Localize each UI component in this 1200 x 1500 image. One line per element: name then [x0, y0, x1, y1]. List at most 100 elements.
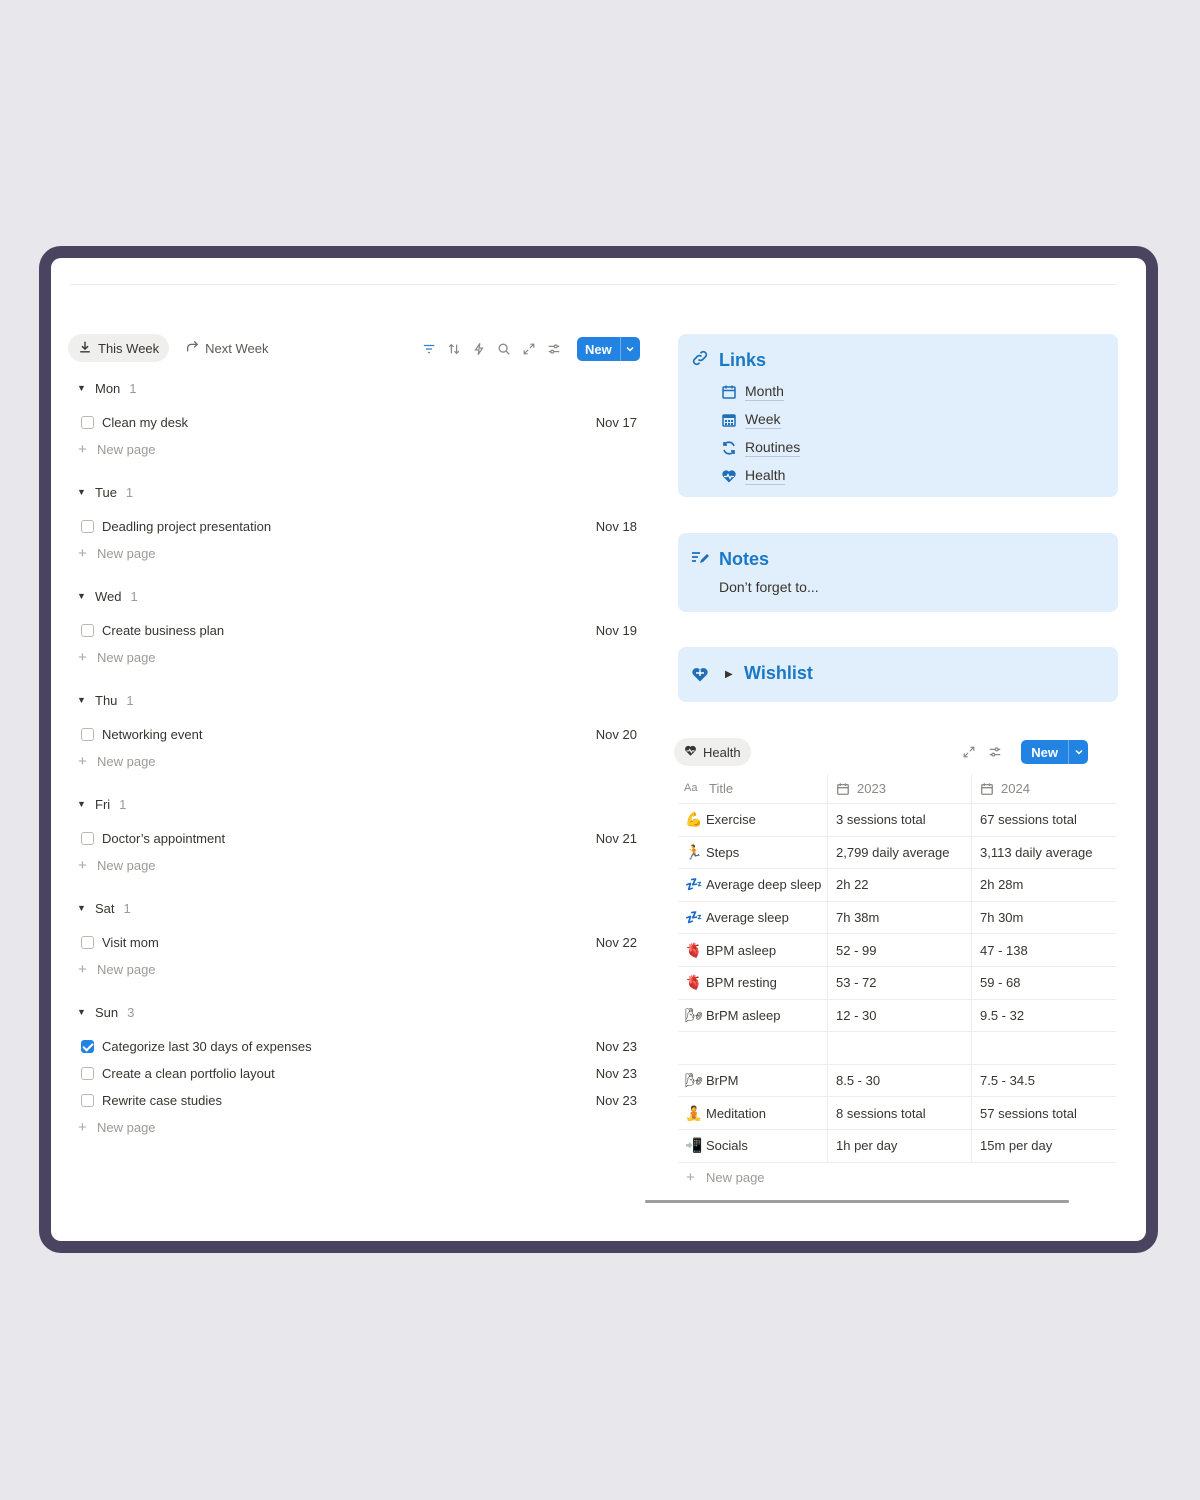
link-week[interactable]: Week — [721, 406, 800, 434]
cell-title[interactable]: 💤 Average deep sleep — [678, 869, 828, 901]
wishlist-title[interactable]: Wishlist — [744, 663, 813, 684]
new-page-button[interactable]: + New page — [77, 748, 637, 775]
task-title[interactable]: Create business plan — [102, 623, 577, 638]
cell-2024[interactable]: 47 - 138 — [972, 934, 1116, 966]
cell-2023[interactable]: 52 - 99 — [828, 934, 972, 966]
task-checkbox[interactable] — [81, 1040, 94, 1053]
table-row[interactable]: 🧘 Meditation 8 sessions total 57 sessions t… — [678, 1097, 1116, 1130]
cell-2024[interactable]: 7.5 - 34.5 — [972, 1065, 1116, 1097]
cell-2023[interactable] — [828, 1032, 972, 1064]
cell-2023[interactable]: 1h per day — [828, 1129, 972, 1162]
cell-2024[interactable]: 67 sessions total — [972, 804, 1116, 836]
task-row[interactable]: Deadling project presentation Nov 18 — [77, 513, 637, 540]
notes-text[interactable]: Don’t forget to... — [719, 579, 819, 595]
tab-this-week[interactable]: This Week — [68, 334, 170, 362]
cell-2023[interactable]: 2,799 daily average — [828, 836, 972, 869]
task-title[interactable]: Doctor’s appointment — [102, 831, 577, 846]
collapse-triangle-icon[interactable]: ▼ — [77, 799, 87, 809]
task-row[interactable]: Categorize last 30 days of expenses Nov 2… — [77, 1033, 637, 1060]
link-health[interactable]: Health — [721, 462, 800, 490]
collapse-triangle-icon[interactable]: ▼ — [77, 591, 87, 601]
settings-sliders-icon[interactable] — [987, 744, 1003, 760]
link-month[interactable]: Month — [721, 378, 800, 406]
collapse-triangle-icon[interactable]: ▼ — [77, 383, 87, 393]
cell-2024[interactable]: 2h 28m — [972, 869, 1116, 901]
task-title[interactable]: Deadling project presentation — [102, 519, 577, 534]
cell-title[interactable]: 🫀 BPM asleep — [678, 934, 828, 966]
task-title[interactable]: Networking event — [102, 727, 577, 742]
sort-icon[interactable] — [446, 341, 462, 357]
cell-title[interactable]: 🏃 Steps — [678, 836, 828, 869]
chevron-down-icon[interactable] — [1068, 740, 1088, 764]
cell-2024[interactable]: 3,113 daily average — [972, 837, 1116, 869]
table-row[interactable]: 🌬 BrPM asleep 12 - 30 9.5 - 32 — [678, 999, 1116, 1033]
collapse-triangle-icon[interactable]: ▼ — [77, 695, 87, 705]
cell-2023[interactable]: 8 sessions total — [828, 1097, 972, 1129]
cell-2023[interactable]: 7h 38m — [828, 901, 972, 934]
new-page-button[interactable]: + New page — [77, 852, 637, 879]
task-checkbox[interactable] — [81, 1067, 94, 1080]
task-checkbox[interactable] — [81, 728, 94, 741]
task-row[interactable]: Visit mom Nov 22 — [77, 929, 637, 956]
table-row[interactable] — [678, 1032, 1116, 1065]
cell-title[interactable] — [678, 1032, 828, 1064]
cell-2024[interactable]: 7h 30m — [972, 902, 1116, 934]
group-header[interactable]: ▼ Fri 1 — [77, 792, 637, 816]
group-header[interactable]: ▼ Mon 1 — [77, 376, 637, 400]
link-routines[interactable]: Routines — [721, 434, 801, 462]
toggle-triangle-icon[interactable]: ▶ — [725, 669, 733, 680]
task-row[interactable]: Networking event Nov 20 — [77, 721, 637, 748]
expand-icon[interactable] — [521, 341, 537, 357]
cell-title[interactable]: 🌬 BrPM — [678, 1064, 828, 1097]
task-row[interactable]: Create business plan Nov 19 — [77, 617, 637, 644]
group-header[interactable]: ▼ Sun 3 — [77, 1000, 637, 1024]
table-row[interactable]: 🫀 BPM resting 53 - 72 59 - 68 — [678, 966, 1116, 1000]
cell-2023[interactable]: 53 - 72 — [828, 966, 972, 999]
task-row[interactable]: Clean my desk Nov 17 — [77, 409, 637, 436]
task-checkbox[interactable] — [81, 1094, 94, 1107]
task-checkbox[interactable] — [81, 416, 94, 429]
task-row[interactable]: Rewrite case studies Nov 23 — [77, 1087, 637, 1114]
cell-title[interactable]: 💪 Exercise — [678, 804, 828, 836]
task-checkbox[interactable] — [81, 936, 94, 949]
collapse-triangle-icon[interactable]: ▼ — [77, 903, 87, 913]
new-button[interactable]: New — [577, 337, 640, 361]
new-page-button[interactable]: + New page — [77, 644, 637, 671]
cell-2023[interactable]: 2h 22 — [828, 869, 972, 901]
cell-title[interactable]: 💤 Average sleep — [678, 901, 828, 934]
group-header[interactable]: ▼ Tue 1 — [77, 480, 637, 504]
group-header[interactable]: ▼ Thu 1 — [77, 688, 637, 712]
search-icon[interactable] — [496, 341, 512, 357]
new-page-button[interactable]: + New page — [77, 540, 637, 567]
task-title[interactable]: Rewrite case studies — [102, 1093, 577, 1108]
table-row[interactable]: 🫀 BPM asleep 52 - 99 47 - 138 — [678, 934, 1116, 967]
cell-title[interactable]: 📲 Socials — [678, 1129, 828, 1162]
cell-2024[interactable]: 57 sessions total — [972, 1097, 1116, 1129]
new-page-button[interactable]: + New page — [77, 436, 637, 463]
column-header-2024[interactable]: 2024 — [972, 774, 1116, 803]
task-row[interactable]: Doctor’s appointment Nov 21 — [77, 825, 637, 852]
table-new-page[interactable]: + New page — [678, 1163, 1116, 1193]
health-new-button[interactable]: New — [1021, 740, 1088, 764]
cell-title[interactable]: 🫀 BPM resting — [678, 966, 828, 999]
cell-2024[interactable]: 59 - 68 — [972, 967, 1116, 999]
column-header-2023[interactable]: 2023 — [828, 774, 972, 803]
new-page-button[interactable]: + New page — [77, 1114, 637, 1141]
table-row[interactable]: 🌬 BrPM 8.5 - 30 7.5 - 34.5 — [678, 1064, 1116, 1098]
tab-health[interactable]: Health — [674, 738, 751, 766]
cell-2024[interactable]: 15m per day — [972, 1130, 1116, 1162]
table-row[interactable]: 📲 Socials 1h per day 15m per day — [678, 1129, 1116, 1163]
group-header[interactable]: ▼ Wed 1 — [77, 584, 637, 608]
collapse-triangle-icon[interactable]: ▼ — [77, 1007, 87, 1017]
cell-2023[interactable]: 12 - 30 — [828, 999, 972, 1032]
table-row[interactable]: 💤 Average deep sleep 2h 22 2h 28m — [678, 869, 1116, 902]
task-checkbox[interactable] — [81, 624, 94, 637]
new-page-button[interactable]: + New page — [77, 956, 637, 983]
expand-icon[interactable] — [961, 744, 977, 760]
column-header-title[interactable]: Aa Title — [678, 774, 828, 803]
cell-2024[interactable] — [972, 1032, 1116, 1064]
task-row[interactable]: Create a clean portfolio layout Nov 23 — [77, 1060, 637, 1087]
cell-2023[interactable]: 8.5 - 30 — [828, 1064, 972, 1097]
task-checkbox[interactable] — [81, 520, 94, 533]
cell-2023[interactable]: 3 sessions total — [828, 804, 972, 836]
